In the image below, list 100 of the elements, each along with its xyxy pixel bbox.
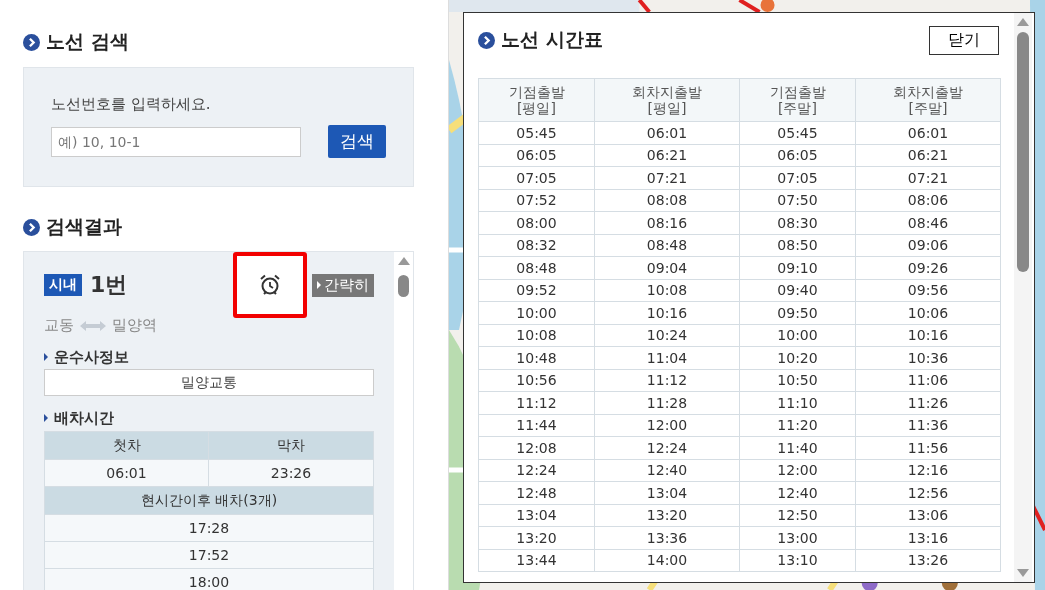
table-cell: 06:21: [856, 144, 1001, 167]
table-cell: 13:20: [595, 504, 740, 527]
table-cell: 08:48: [479, 257, 595, 280]
table-cell: 07:50: [740, 189, 856, 212]
table-cell: 11:28: [595, 392, 740, 415]
table-cell: 11:20: [740, 414, 856, 437]
table-cell: 13:04: [595, 482, 740, 505]
table-cell: 12:24: [479, 459, 595, 482]
close-button[interactable]: 닫기: [929, 25, 999, 55]
table-cell: 09:40: [740, 279, 856, 302]
table-cell: 08:06: [856, 189, 1001, 212]
table-cell: 11:10: [740, 392, 856, 415]
table-cell: 13:36: [595, 527, 740, 550]
table-cell: 10:00: [740, 324, 856, 347]
table-header: 막차: [209, 432, 373, 460]
destination-stop: 밀양역: [112, 316, 157, 335]
table-cell: 08:16: [595, 212, 740, 235]
section-title: 노선 검색: [46, 29, 129, 54]
table-cell: 13:44: [479, 549, 595, 572]
chevron-icon: [23, 218, 40, 236]
column-header: 기점출발 [평일]: [479, 78, 595, 122]
alarm-clock-icon[interactable]: [258, 273, 282, 297]
table-cell: 09:50: [740, 302, 856, 325]
table-cell: 10:24: [595, 324, 740, 347]
table-cell: 11:12: [595, 369, 740, 392]
table-cell: 10:06: [856, 302, 1001, 325]
table-cell: 09:26: [856, 257, 1001, 280]
column-header: 회차지출발 [주말]: [856, 78, 1001, 122]
table-cell: 10:20: [740, 347, 856, 370]
table-cell: 18:00: [45, 569, 373, 590]
table-cell: 11:26: [856, 392, 1001, 415]
operator-name: 밀양교통: [44, 369, 374, 396]
table-cell: 10:16: [856, 324, 1001, 347]
table-cell: 23:26: [209, 460, 373, 487]
search-button[interactable]: 검색: [328, 125, 386, 158]
table-cell: 11:56: [856, 437, 1001, 460]
table-cell: 07:21: [595, 167, 740, 190]
table-cell: 09:56: [856, 279, 1001, 302]
table-cell: 08:48: [595, 234, 740, 257]
table-cell: 11:36: [856, 414, 1001, 437]
table-cell: 13:20: [479, 527, 595, 550]
dialog-title: 노선 시간표: [501, 27, 603, 52]
table-cell: 10:48: [479, 347, 595, 370]
table-cell: 09:52: [479, 279, 595, 302]
table-cell: 08:32: [479, 234, 595, 257]
table-cell: 14:00: [595, 549, 740, 572]
table-header: 첫차: [45, 432, 209, 460]
table-cell: 10:08: [479, 324, 595, 347]
search-prompt: 노선번호를 입력하세요.: [51, 95, 212, 114]
table-cell: 10:36: [856, 347, 1001, 370]
column-header: 회차지출발 [평일]: [595, 78, 740, 122]
table-cell: 12:40: [595, 459, 740, 482]
table-cell: 11:44: [479, 414, 595, 437]
table-cell: 12:50: [740, 504, 856, 527]
table-cell: 05:45: [740, 122, 856, 145]
table-cell: 07:05: [479, 167, 595, 190]
table-cell: 17:52: [45, 542, 373, 569]
route-number: 1번: [90, 271, 128, 299]
chevron-icon: [23, 33, 40, 51]
table-cell: 12:56: [856, 482, 1001, 505]
table-cell: 12:08: [479, 437, 595, 460]
table-cell: 12:24: [595, 437, 740, 460]
table-cell: 10:16: [595, 302, 740, 325]
table-cell: 08:46: [856, 212, 1001, 235]
table-cell: 11:04: [595, 347, 740, 370]
table-cell: 09:04: [595, 257, 740, 280]
table-cell: 11:06: [856, 369, 1001, 392]
column-header: 기점출발 [주말]: [740, 78, 856, 122]
table-cell: 07:21: [856, 167, 1001, 190]
table-cell: 08:08: [595, 189, 740, 212]
table-cell: 08:00: [479, 212, 595, 235]
table-cell: 10:08: [595, 279, 740, 302]
table-cell: 12:00: [595, 414, 740, 437]
table-cell: 13:06: [856, 504, 1001, 527]
scrollbar[interactable]: [1014, 13, 1032, 582]
table-cell: 09:10: [740, 257, 856, 280]
collapse-button[interactable]: 간략히: [312, 273, 374, 297]
table-header: 현시간이후 배차(3개): [45, 487, 373, 515]
table-cell: 06:01: [856, 122, 1001, 145]
table-cell: 07:52: [479, 189, 595, 212]
table-cell: 17:28: [45, 515, 373, 542]
table-cell: 06:01: [45, 460, 209, 487]
table-cell: 12:00: [740, 459, 856, 482]
table-cell: 08:30: [740, 212, 856, 235]
table-cell: 12:48: [479, 482, 595, 505]
table-cell: 13:00: [740, 527, 856, 550]
table-cell: 13:04: [479, 504, 595, 527]
scrollbar[interactable]: [394, 252, 413, 590]
table-cell: 11:40: [740, 437, 856, 460]
chevron-icon: [478, 31, 495, 49]
route-number-field[interactable]: 예) 10, 10-1: [51, 126, 301, 157]
origin-stop: 교동: [44, 316, 74, 335]
table-cell: 12:16: [856, 459, 1001, 482]
table-cell: 12:40: [740, 482, 856, 505]
table-cell: 13:10: [740, 549, 856, 572]
table-cell: 07:05: [740, 167, 856, 190]
table-cell: 11:12: [479, 392, 595, 415]
table-cell: 06:05: [479, 144, 595, 167]
table-cell: 08:50: [740, 234, 856, 257]
route-type-badge: 시내: [44, 274, 82, 296]
